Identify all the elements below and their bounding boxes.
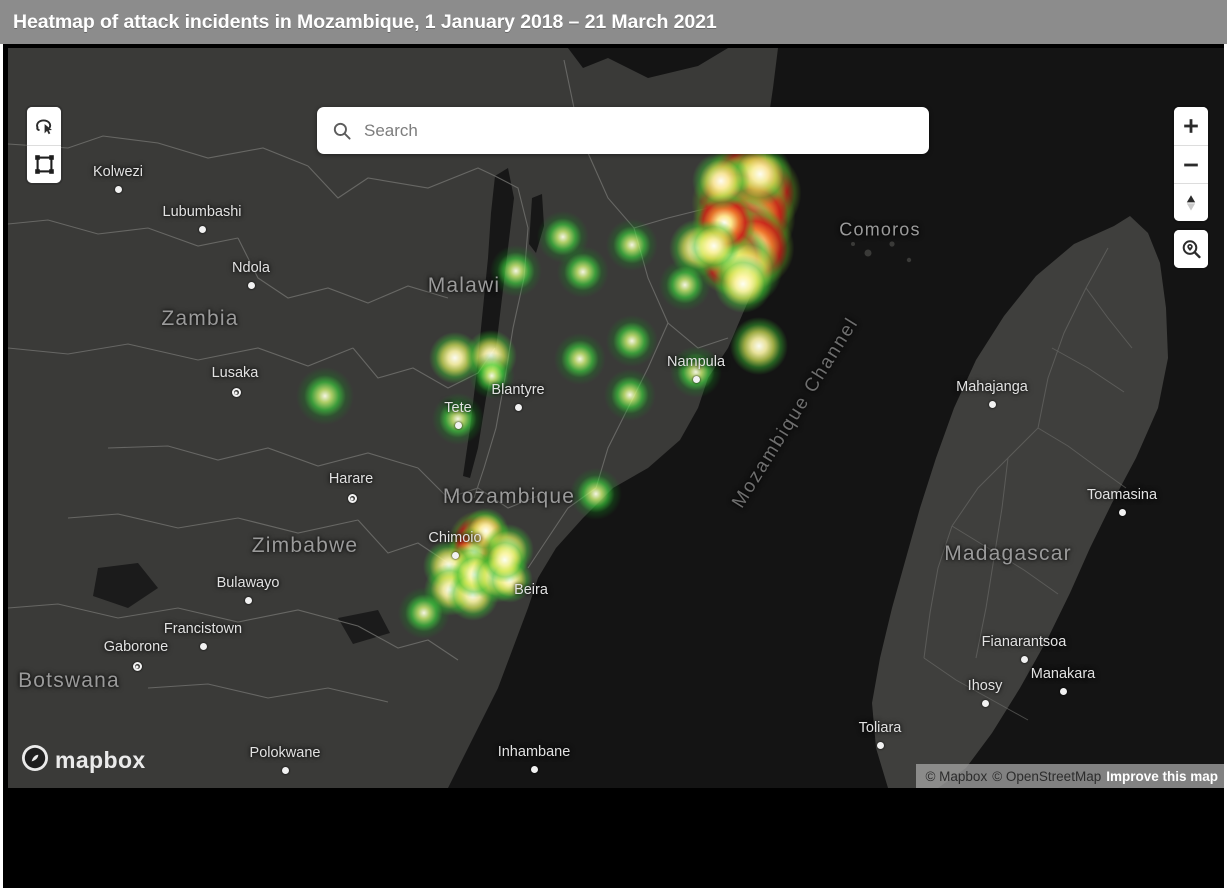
city-marker <box>245 597 252 604</box>
compass-button[interactable] <box>1174 183 1208 221</box>
city-marker <box>515 404 522 411</box>
geolocate-controls[interactable] <box>1174 230 1208 268</box>
city-marker <box>452 552 459 559</box>
city-marker <box>232 388 241 397</box>
empty-panel <box>3 788 1224 888</box>
attribution-bar[interactable]: © Mapbox © OpenStreetMap Improve this ma… <box>916 764 1224 788</box>
search-icon <box>332 121 352 141</box>
zoom-in-button[interactable] <box>1174 107 1208 145</box>
lasso-select-button[interactable] <box>27 107 61 145</box>
city-marker <box>531 766 538 773</box>
zoom-controls[interactable] <box>1174 107 1208 221</box>
title-bar: Heatmap of attack incidents in Mozambiqu… <box>0 0 1227 44</box>
zoom-out-button[interactable] <box>1174 145 1208 183</box>
map-application: Heatmap of attack incidents in Mozambiqu… <box>0 0 1227 891</box>
city-marker <box>199 226 206 233</box>
map-canvas[interactable]: ZambiaMalawiMozambiqueZimbabweBotswanaMa… <box>8 48 1224 788</box>
search-input[interactable] <box>364 121 914 141</box>
city-marker <box>982 700 989 707</box>
city-marker <box>248 282 255 289</box>
map-frame: ZambiaMalawiMozambiqueZimbabweBotswanaMa… <box>0 44 1227 891</box>
city-marker <box>115 186 122 193</box>
box-select-button[interactable] <box>27 145 61 183</box>
city-marker <box>989 401 996 408</box>
mapbox-logo-icon <box>22 745 48 776</box>
city-marker <box>348 494 357 503</box>
attribution-mapbox[interactable]: © Mapbox <box>925 769 987 784</box>
page-title: Heatmap of attack incidents in Mozambiqu… <box>0 11 717 34</box>
city-marker <box>1119 509 1126 516</box>
mapbox-logo[interactable]: mapbox <box>22 745 146 776</box>
attribution-improve-map[interactable]: Improve this map <box>1106 769 1218 784</box>
city-marker <box>200 643 207 650</box>
city-marker <box>282 767 289 774</box>
draw-controls[interactable] <box>27 107 61 183</box>
city-marker <box>133 662 142 671</box>
city-marker <box>455 422 462 429</box>
search-bar[interactable] <box>317 107 929 154</box>
geolocate-button[interactable] <box>1174 230 1208 268</box>
city-marker <box>1060 688 1067 695</box>
land-layer <box>8 48 1224 788</box>
attribution-osm[interactable]: © OpenStreetMap <box>992 769 1101 784</box>
city-marker <box>693 376 700 383</box>
mapbox-logo-text: mapbox <box>55 747 146 774</box>
city-marker <box>877 742 884 749</box>
city-marker <box>1021 656 1028 663</box>
